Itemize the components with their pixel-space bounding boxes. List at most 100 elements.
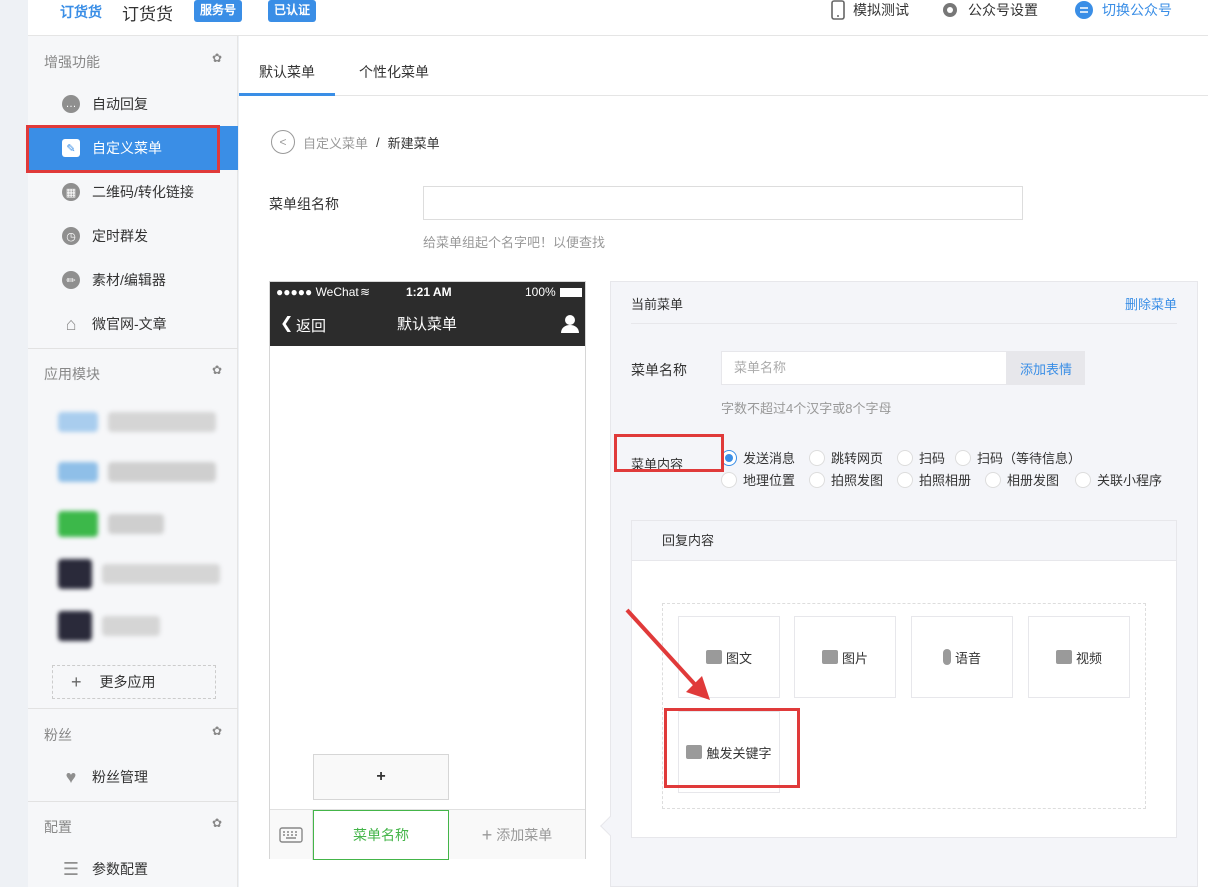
status-time: 1:21 AM: [406, 285, 452, 299]
phone-nav-bar: ❮ 返回 默认菜单: [270, 302, 585, 346]
radio-dot: [985, 471, 1001, 488]
radio-scan[interactable]: 扫码: [897, 448, 955, 467]
annotation-box-menu-content: [614, 434, 724, 472]
breadcrumb-parent[interactable]: 自定义菜单: [303, 133, 368, 152]
radio-camera-or-album[interactable]: 拍照相册: [897, 470, 985, 489]
switch-account-link[interactable]: 切换公众号: [1074, 0, 1172, 20]
app-entry-blurred[interactable]: [58, 408, 216, 436]
reply-type-news[interactable]: 图文: [678, 616, 780, 698]
phone-title: 默认菜单: [397, 316, 458, 333]
app-entry-blurred[interactable]: [58, 559, 220, 589]
group-name-input[interactable]: [423, 186, 1023, 220]
user-icon[interactable]: [560, 314, 580, 334]
home-icon: ⌂: [65, 313, 77, 334]
group-name-label: 菜单组名称: [269, 196, 339, 212]
radio-album-photo[interactable]: 相册发图: [985, 470, 1075, 489]
reply-content-box: 回复内容 图文 图片 语音 视频 触发关键字: [631, 520, 1177, 838]
section-title-app-modules: 应用模块: [44, 366, 100, 382]
app-thumbnail: [58, 559, 92, 589]
breadcrumb: < 自定义菜单 / 新建菜单: [271, 130, 440, 154]
image-icon: [821, 650, 838, 664]
add-emoji-button[interactable]: 添加表情: [1007, 351, 1085, 385]
list-icon: ☰: [62, 858, 80, 879]
radio-dot: [809, 449, 825, 466]
news-icon: [705, 650, 722, 664]
divider: [28, 348, 238, 349]
brand-logo[interactable]: 订货货: [60, 2, 102, 22]
annotation-box-keyword-trigger: [664, 708, 800, 788]
sidebar-item-param-config[interactable]: ☰ 参数配置: [28, 847, 238, 887]
radio-send-message[interactable]: 发送消息: [721, 448, 809, 467]
radio-dot: [809, 471, 825, 488]
video-icon: [1055, 650, 1072, 664]
radio-jump-webpage[interactable]: 跳转网页: [809, 448, 897, 467]
battery-icon: [560, 288, 582, 297]
delete-menu-link[interactable]: 删除菜单: [1125, 294, 1177, 313]
keyboard-icon[interactable]: [270, 810, 313, 860]
qrcode-icon: ▦: [62, 183, 80, 201]
radio-location[interactable]: 地理位置: [721, 470, 809, 489]
gear-icon[interactable]: ✿: [212, 817, 224, 829]
back-circle-icon[interactable]: <: [271, 130, 295, 154]
app-name-blurred: [102, 564, 220, 584]
reply-type-image[interactable]: 图片: [794, 616, 896, 698]
battery-percent: 100%: [525, 285, 556, 299]
sidebar-item-auto-reply[interactable]: … 自动回复: [28, 82, 238, 126]
current-menu-title: 当前菜单: [631, 297, 684, 312]
add-menu-button[interactable]: + 添加菜单: [449, 810, 585, 860]
phone-icon: [831, 0, 845, 20]
section-title-config: 配置: [44, 819, 72, 835]
panel-pointer: [600, 816, 620, 836]
content-options-row-1: 发送消息 跳转网页 扫码 扫码（等待信息）: [721, 448, 1081, 467]
radio-dot: [955, 449, 971, 466]
radio-mini-program[interactable]: 关联小程序: [1075, 470, 1162, 489]
back-label[interactable]: 返回: [296, 315, 326, 336]
chat-icon: …: [62, 95, 80, 113]
sidebar-item-scheduled-send[interactable]: ◷ 定时群发: [28, 214, 238, 258]
annotation-box-custom-menu: [26, 125, 220, 173]
reply-type-video[interactable]: 视频: [1028, 616, 1130, 698]
sidebar-item-materials[interactable]: ✏ 素材/编辑器: [28, 258, 238, 302]
divider: [28, 801, 238, 802]
sidebar-item-qrcode[interactable]: ▦ 二维码/转化链接: [28, 170, 238, 214]
radio-dot: [897, 449, 913, 466]
app-thumbnail: [58, 462, 98, 482]
radio-camera-photo[interactable]: 拍照发图: [809, 470, 897, 489]
app-thumbnail: [58, 412, 98, 432]
app-entry-blurred[interactable]: [58, 510, 164, 538]
sidebar-item-micro-site[interactable]: ⌂ 微官网-文章: [28, 302, 238, 346]
breadcrumb-current: 新建菜单: [387, 135, 440, 151]
clock-icon: ◷: [62, 227, 80, 245]
simulate-test-link[interactable]: 模拟测试: [831, 0, 909, 20]
app-thumbnail: [58, 511, 98, 537]
reply-type-voice[interactable]: 语音: [911, 616, 1013, 698]
switch-icon: [1075, 1, 1093, 19]
verified-badge: 已认证: [268, 0, 317, 22]
tab-personalized-menu[interactable]: 个性化菜单: [349, 52, 439, 96]
menu-tabs: 默认菜单 个性化菜单: [239, 52, 1208, 96]
top-bar: 订货货 订货货 服务号 已认证 模拟测试 公众号设置 切换公众号: [28, 0, 1208, 36]
menu-name-hint: 字数不超过4个汉字或8个字母: [721, 401, 892, 416]
reply-content-title: 回复内容: [632, 521, 1176, 561]
more-apps-button[interactable]: + 更多应用: [52, 665, 216, 699]
gear-icon[interactable]: ✿: [212, 725, 224, 737]
radio-scan-wait[interactable]: 扫码（等待信息）: [955, 448, 1081, 467]
service-badge: 服务号: [194, 0, 243, 22]
gear-icon[interactable]: ✿: [212, 364, 224, 376]
sidebar-item-fans-management[interactable]: ♥ 粉丝管理: [28, 755, 238, 799]
app-entry-blurred[interactable]: [58, 611, 160, 641]
editor-header: 当前菜单 删除菜单: [631, 294, 1177, 324]
menu-name-input[interactable]: 菜单名称: [721, 351, 1007, 385]
breadcrumb-separator: /: [376, 134, 380, 150]
radio-dot: [897, 471, 913, 488]
app-name-blurred: [108, 462, 216, 482]
account-settings-link[interactable]: 公众号设置: [940, 0, 1038, 20]
group-name-hint: 给菜单组起个名字吧！以便查找: [423, 235, 606, 250]
add-submenu-button[interactable]: +: [313, 754, 449, 800]
app-entry-blurred[interactable]: [58, 458, 216, 486]
app-name-blurred: [108, 412, 216, 432]
tab-default-menu[interactable]: 默认菜单: [239, 52, 335, 96]
gear-icon[interactable]: ✿: [212, 52, 224, 64]
back-chevron-icon[interactable]: ❮: [280, 313, 293, 333]
menu-item-button[interactable]: 菜单名称: [313, 810, 449, 860]
